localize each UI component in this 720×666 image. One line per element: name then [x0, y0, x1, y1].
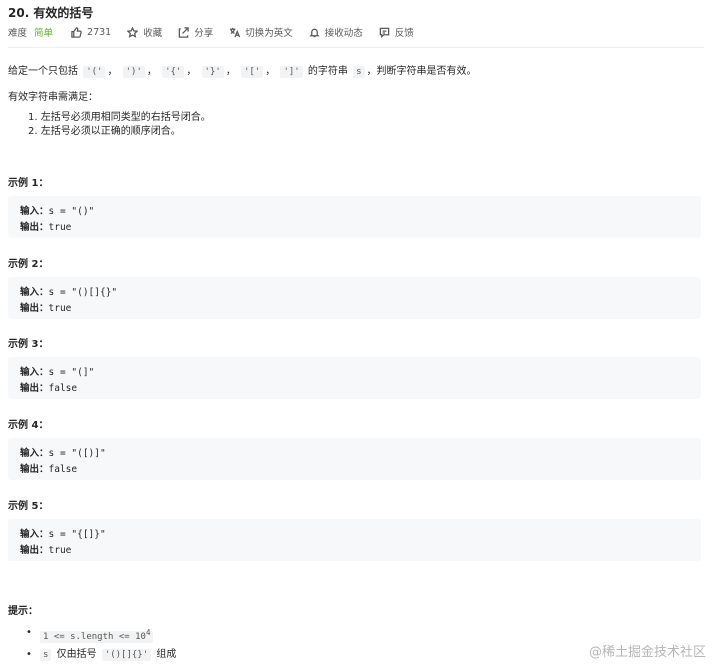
- feedback-label: 反馈: [394, 28, 414, 39]
- notify-button[interactable]: 接收动态: [309, 25, 363, 39]
- share-button[interactable]: 分享: [178, 25, 213, 39]
- hint-code: 1 <= s.length <= 104: [40, 628, 154, 643]
- example-title: 示例 1：: [8, 178, 49, 189]
- share-icon: [178, 26, 189, 38]
- feedback-button[interactable]: 反馈: [379, 25, 414, 39]
- example-title: 示例 3：: [8, 339, 49, 350]
- thumb-up-icon: [71, 26, 82, 38]
- like-count: 2731: [87, 26, 112, 38]
- var-code: s: [40, 649, 52, 661]
- problem-meta-bar: 难度 简单 2731 收藏 分享 切换为英文 接收动态 反馈: [8, 25, 430, 39]
- list-item: s 仅由括号 '()[]{}' 组成: [26, 646, 176, 664]
- collect-button[interactable]: 收藏: [127, 25, 162, 39]
- list-item: 2. 左括号必须以正确的顺序闭合。: [28, 126, 181, 137]
- switch-language-label: 切换为英文: [245, 28, 293, 39]
- example-title: 示例 4：: [8, 420, 49, 431]
- difficulty-label: 难度: [8, 28, 28, 39]
- char-code: ')': [122, 66, 145, 78]
- example-title: 示例 5：: [8, 501, 49, 512]
- example-box: 输入：s = "()[]{}" 输出：true: [8, 277, 701, 319]
- example-box: 输入：s = "{[]}" 输出：true: [8, 519, 701, 561]
- watermark: @稀土掘金技术社区: [588, 645, 706, 660]
- feedback-icon: [379, 27, 390, 38]
- difficulty-badge: 简单: [34, 28, 54, 39]
- list-item: 1 <= s.length <= 104: [26, 624, 176, 646]
- var-code: s: [353, 66, 365, 78]
- example-title: 示例 2：: [8, 259, 49, 270]
- hint-code: '()[]{}': [101, 649, 152, 661]
- char-code: '(': [83, 66, 106, 78]
- char-code: '{': [162, 66, 185, 78]
- example-box: 输入：s = "([)]" 输出：false: [8, 438, 701, 480]
- hints-list: 1 <= s.length <= 104 s 仅由括号 '()[]{}' 组成: [26, 624, 176, 664]
- share-label: 分享: [194, 28, 214, 39]
- notify-label: 接收动态: [324, 28, 363, 39]
- char-code: ']': [280, 66, 303, 78]
- char-code: '[': [241, 66, 264, 78]
- char-code: '}': [201, 66, 224, 78]
- example-box: 输入：s = "(]" 输出：false: [8, 357, 701, 399]
- problem-description: 给定一个只包括 '('， ')'， '{'， '}'， '['， ']' 的字符…: [8, 66, 477, 78]
- hints-title: 提示：: [8, 606, 38, 617]
- requirement-text: 有效字符串需满足：: [8, 92, 98, 103]
- example-box: 输入：s = "()" 输出：true: [8, 196, 701, 238]
- header-divider: [8, 47, 704, 48]
- star-icon: [127, 26, 139, 38]
- list-item: 1. 左括号必须用相同类型的右括号闭合。: [28, 112, 211, 123]
- collect-label: 收藏: [143, 28, 163, 39]
- bell-icon: [309, 28, 320, 37]
- like-button[interactable]: 2731: [71, 27, 111, 38]
- translate-icon: [230, 27, 241, 37]
- switch-language-button[interactable]: 切换为英文: [229, 25, 293, 39]
- problem-title: 20. 有效的括号: [8, 6, 94, 20]
- rules-list: 1. 左括号必须用相同类型的右括号闭合。 2. 左括号必须以正确的顺序闭合。: [28, 111, 211, 139]
